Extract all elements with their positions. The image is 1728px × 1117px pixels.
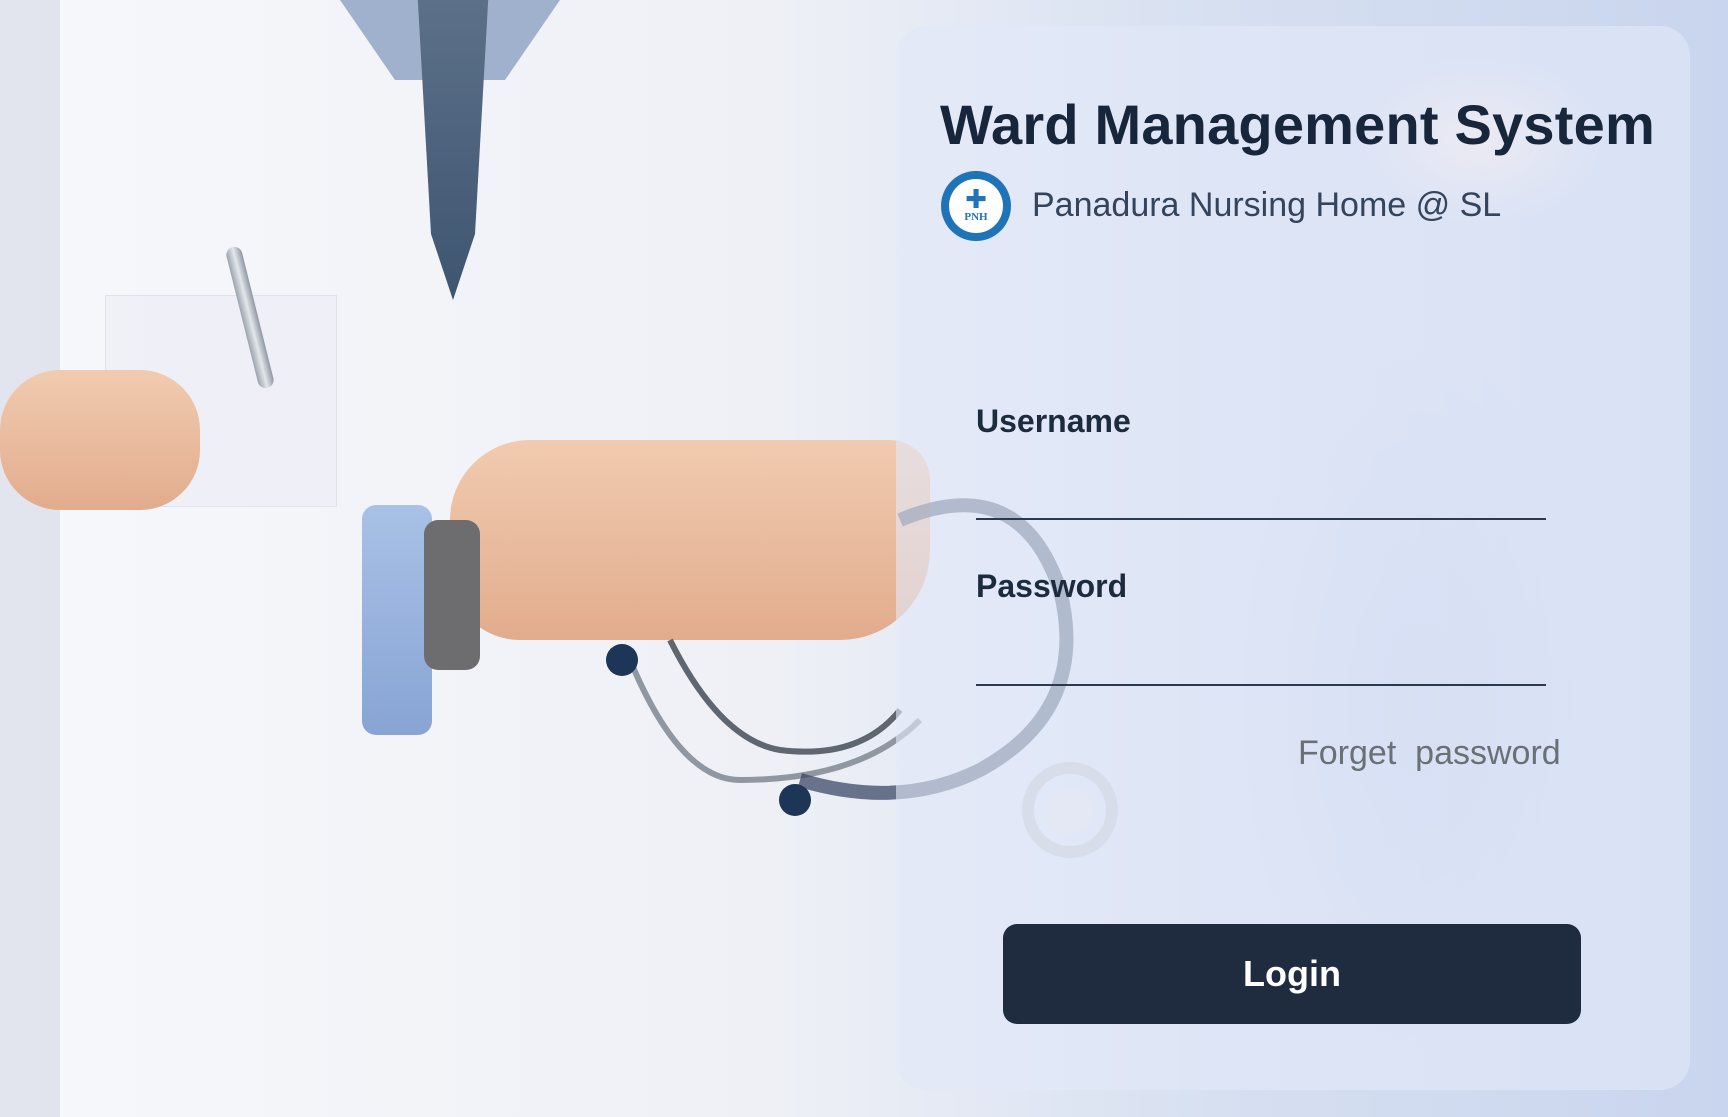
hospital-name: Panadura Nursing Home @ SL: [1032, 186, 1502, 224]
username-input[interactable]: [976, 468, 1546, 520]
shirt-cuff: [362, 505, 432, 735]
coat-shadow: [0, 0, 60, 1117]
page-title: Ward Management System: [940, 93, 1655, 156]
password-label: Password: [976, 568, 1128, 604]
logo-badge: ✚ PNH: [949, 179, 1003, 233]
login-button[interactable]: Login: [1003, 924, 1581, 1024]
hospital-logo: ✚ PNH: [941, 171, 1011, 241]
wristwatch: [424, 520, 480, 670]
password-input[interactable]: [976, 634, 1546, 686]
left-hand: [0, 370, 200, 510]
username-label: Username: [976, 403, 1131, 439]
logo-text: PNH: [964, 211, 988, 223]
forget-password-link[interactable]: Forget password: [1298, 734, 1561, 773]
medical-cross-icon: ✚: [965, 185, 987, 215]
